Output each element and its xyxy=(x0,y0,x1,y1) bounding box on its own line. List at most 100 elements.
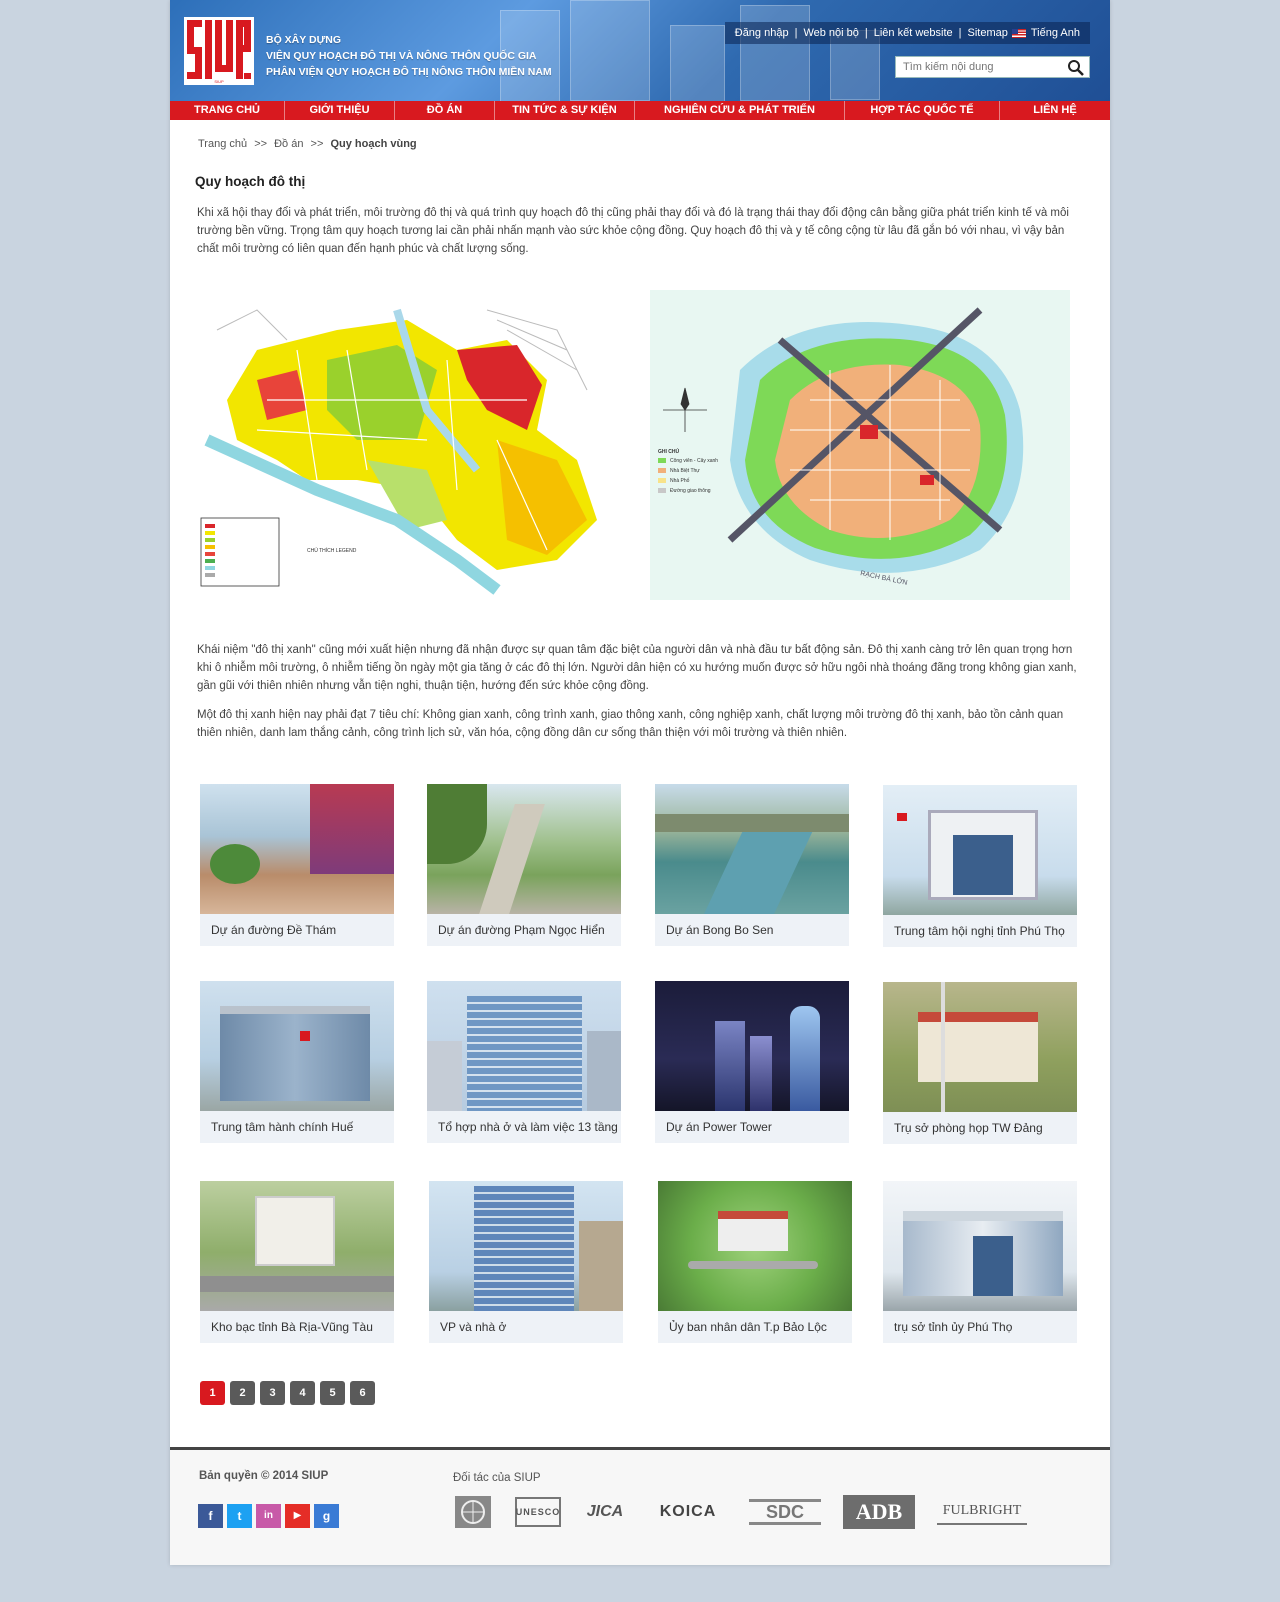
project-thumbnail[interactable] xyxy=(200,784,394,914)
page: SIUP BỘ XÂY DỰNG VIỆN QUY HOẠCH ĐÔ THỊ V… xyxy=(170,0,1110,1565)
youtube-icon[interactable]: ▶ xyxy=(285,1504,310,1528)
nav-home[interactable]: TRANG CHỦ xyxy=(170,101,285,120)
project-thumbnail[interactable] xyxy=(655,784,849,914)
urban-plan-map-left: CHÚ THÍCH LEGEND xyxy=(197,290,617,600)
project-thumbnail[interactable] xyxy=(427,981,621,1111)
project-thumbnail[interactable] xyxy=(200,981,394,1111)
project-card[interactable]: trụ sở tỉnh ủy Phú Thọ xyxy=(883,1181,1077,1343)
google-icon[interactable]: g xyxy=(314,1504,339,1528)
koica-logo[interactable]: KOICA xyxy=(649,1495,727,1529)
urban-plan-map-right: GHI CHÚ Công viên - Cây xanh Nhà Biệt Th… xyxy=(650,290,1070,600)
pagination: 1 2 3 4 5 6 xyxy=(200,1381,380,1405)
siup-logo[interactable]: SIUP xyxy=(184,17,254,85)
project-thumbnail[interactable] xyxy=(883,982,1077,1112)
project-caption[interactable]: Dự án Power Tower xyxy=(655,1111,849,1143)
svg-text:SIUP: SIUP xyxy=(214,79,224,84)
breadcrumb-section[interactable]: Đồ án xyxy=(274,138,303,150)
page-link-5[interactable]: 5 xyxy=(320,1381,345,1405)
us-flag-icon xyxy=(1011,28,1026,38)
project-caption[interactable]: Dự án đường Phạm Ngọc Hiển xyxy=(427,914,621,946)
breadcrumb-current: Quy hoạch vùng xyxy=(330,138,417,150)
linkedin-icon[interactable]: in xyxy=(256,1504,281,1528)
page-link-6[interactable]: 6 xyxy=(350,1381,375,1405)
english-language-link[interactable]: Tiếng Anh xyxy=(1031,27,1080,39)
project-card[interactable]: Dự án đường Đề Thám xyxy=(200,784,394,946)
nav-projects[interactable]: ĐỒ ÁN xyxy=(395,101,495,120)
nav-international[interactable]: HỢP TÁC QUỐC TẾ xyxy=(845,101,1000,120)
copyright: Bản quyền © 2014 SIUP xyxy=(199,1470,329,1482)
sitemap-link[interactable]: Sitemap xyxy=(968,27,1008,39)
project-caption[interactable]: Ủy ban nhân dân T.p Bảo Lộc xyxy=(658,1311,852,1343)
project-card[interactable]: Dự án Power Tower xyxy=(655,981,849,1143)
project-thumbnail[interactable] xyxy=(655,981,849,1111)
internal-web-link[interactable]: Web nội bộ xyxy=(803,27,858,39)
login-link[interactable]: Đăng nhập xyxy=(735,27,789,39)
website-links-link[interactable]: Liên kết website xyxy=(874,27,953,39)
unesco-logo[interactable]: UNESCO xyxy=(515,1497,561,1527)
project-card[interactable]: Tổ hợp nhà ở và làm việc 13 tầng xyxy=(427,981,621,1143)
partners-label: Đối tác của SIUP xyxy=(453,1472,541,1484)
project-thumbnail[interactable] xyxy=(883,1181,1077,1311)
search-icon[interactable] xyxy=(1067,59,1085,77)
social-links: f t in ▶ g xyxy=(198,1504,343,1528)
project-card[interactable]: Trung tâm hành chính Huế xyxy=(200,981,394,1143)
search-box xyxy=(895,56,1090,78)
article-paragraph-1: Khi xã hội thay đổi và phát triển, môi t… xyxy=(197,207,1069,255)
top-links: Đăng nhập | Web nội bộ | Liên kết websit… xyxy=(724,22,1090,44)
project-caption[interactable]: Trung tâm hành chính Huế xyxy=(200,1111,394,1143)
project-card[interactable]: Trung tâm hội nghị tỉnh Phú Thọ xyxy=(883,785,1077,947)
project-thumbnail[interactable] xyxy=(429,1181,623,1311)
header: SIUP BỘ XÂY DỰNG VIỆN QUY HOẠCH ĐÔ THỊ V… xyxy=(170,0,1110,101)
svg-text:GHI CHÚ: GHI CHÚ xyxy=(658,448,680,455)
org-line-1: BỘ XÂY DỰNG xyxy=(266,34,342,46)
un-logo[interactable] xyxy=(453,1495,493,1529)
article-paragraph-2: Khái niệm "đô thị xanh" cũng mới xuất hi… xyxy=(197,644,1077,692)
project-thumbnail[interactable] xyxy=(427,784,621,914)
project-card[interactable]: Dự án đường Phạm Ngọc Hiển xyxy=(427,784,621,946)
sdc-logo[interactable]: SDC xyxy=(749,1499,821,1525)
project-caption[interactable]: Kho bạc tỉnh Bà Rịa-Vũng Tàu xyxy=(200,1311,394,1343)
fulbright-logo[interactable]: FULBRIGHT xyxy=(937,1499,1027,1525)
search-input[interactable] xyxy=(896,57,1056,77)
project-caption[interactable]: Trụ sở phòng họp TW Đảng xyxy=(883,1112,1077,1144)
org-line-2: VIỆN QUY HOẠCH ĐÔ THỊ VÀ NÔNG THÔN QUỐC … xyxy=(266,50,537,62)
nav-about[interactable]: GIỚI THIỆU xyxy=(285,101,395,120)
project-thumbnail[interactable] xyxy=(200,1181,394,1311)
project-card[interactable]: Kho bạc tỉnh Bà Rịa-Vũng Tàu xyxy=(200,1181,394,1343)
svg-text:Công viên - Cây xanh: Công viên - Cây xanh xyxy=(670,458,718,464)
article-title: Quy hoạch đô thị xyxy=(195,174,306,189)
facebook-icon[interactable]: f xyxy=(198,1504,223,1528)
breadcrumb: Trang chủ >> Đồ án >> Quy hoạch vùng xyxy=(198,138,417,150)
project-caption[interactable]: Dự án Bong Bo Sen xyxy=(655,914,849,946)
svg-text:Nhà Biệt Thự: Nhà Biệt Thự xyxy=(670,468,700,474)
jica-logo[interactable]: JICA xyxy=(583,1495,627,1529)
project-card[interactable]: Trụ sở phòng họp TW Đảng xyxy=(883,982,1077,1144)
twitter-icon[interactable]: t xyxy=(227,1504,252,1528)
project-caption[interactable]: trụ sở tỉnh ủy Phú Thọ xyxy=(883,1311,1077,1343)
project-caption[interactable]: Tổ hợp nhà ở và làm việc 13 tầng xyxy=(427,1111,621,1143)
nav-contact[interactable]: LIÊN HỆ xyxy=(1000,101,1110,120)
page-link-3[interactable]: 3 xyxy=(260,1381,285,1405)
project-card[interactable]: Ủy ban nhân dân T.p Bảo Lộc xyxy=(658,1181,852,1343)
breadcrumb-home[interactable]: Trang chủ xyxy=(198,138,247,150)
project-thumbnail[interactable] xyxy=(658,1181,852,1311)
organization-name: BỘ XÂY DỰNG VIỆN QUY HOẠCH ĐÔ THỊ VÀ NÔN… xyxy=(266,34,552,80)
org-line-3: PHÂN VIỆN QUY HOẠCH ĐÔ THỊ NÔNG THÔN MIỀ… xyxy=(266,66,552,78)
footer: Bản quyền © 2014 SIUP f t in ▶ g Đối tác… xyxy=(170,1447,1110,1565)
page-link-4[interactable]: 4 xyxy=(290,1381,315,1405)
partner-logos: UNESCO JICA KOICA SDC ADB FULBRIGHT xyxy=(453,1495,1049,1529)
project-caption[interactable]: Dự án đường Đề Thám xyxy=(200,914,394,946)
project-thumbnail[interactable] xyxy=(883,785,1077,915)
project-card[interactable]: Dự án Bong Bo Sen xyxy=(655,784,849,946)
nav-research[interactable]: NGHIÊN CỨU & PHÁT TRIỂN xyxy=(635,101,845,120)
svg-text:CHÚ THÍCH LEGEND: CHÚ THÍCH LEGEND xyxy=(307,547,357,554)
project-caption[interactable]: Trung tâm hội nghị tỉnh Phú Thọ xyxy=(883,915,1077,947)
article-paragraph-3: Một đô thị xanh hiện nay phải đạt 7 tiêu… xyxy=(197,709,1064,739)
svg-text:Nhà Phố: Nhà Phố xyxy=(670,478,690,484)
project-caption[interactable]: VP và nhà ở xyxy=(429,1311,623,1343)
project-card[interactable]: VP và nhà ở xyxy=(429,1181,623,1343)
page-link-1[interactable]: 1 xyxy=(200,1381,225,1405)
adb-logo[interactable]: ADB xyxy=(843,1495,915,1529)
page-link-2[interactable]: 2 xyxy=(230,1381,255,1405)
nav-news-events[interactable]: TIN TỨC & SỰ KIỆN xyxy=(495,101,635,120)
